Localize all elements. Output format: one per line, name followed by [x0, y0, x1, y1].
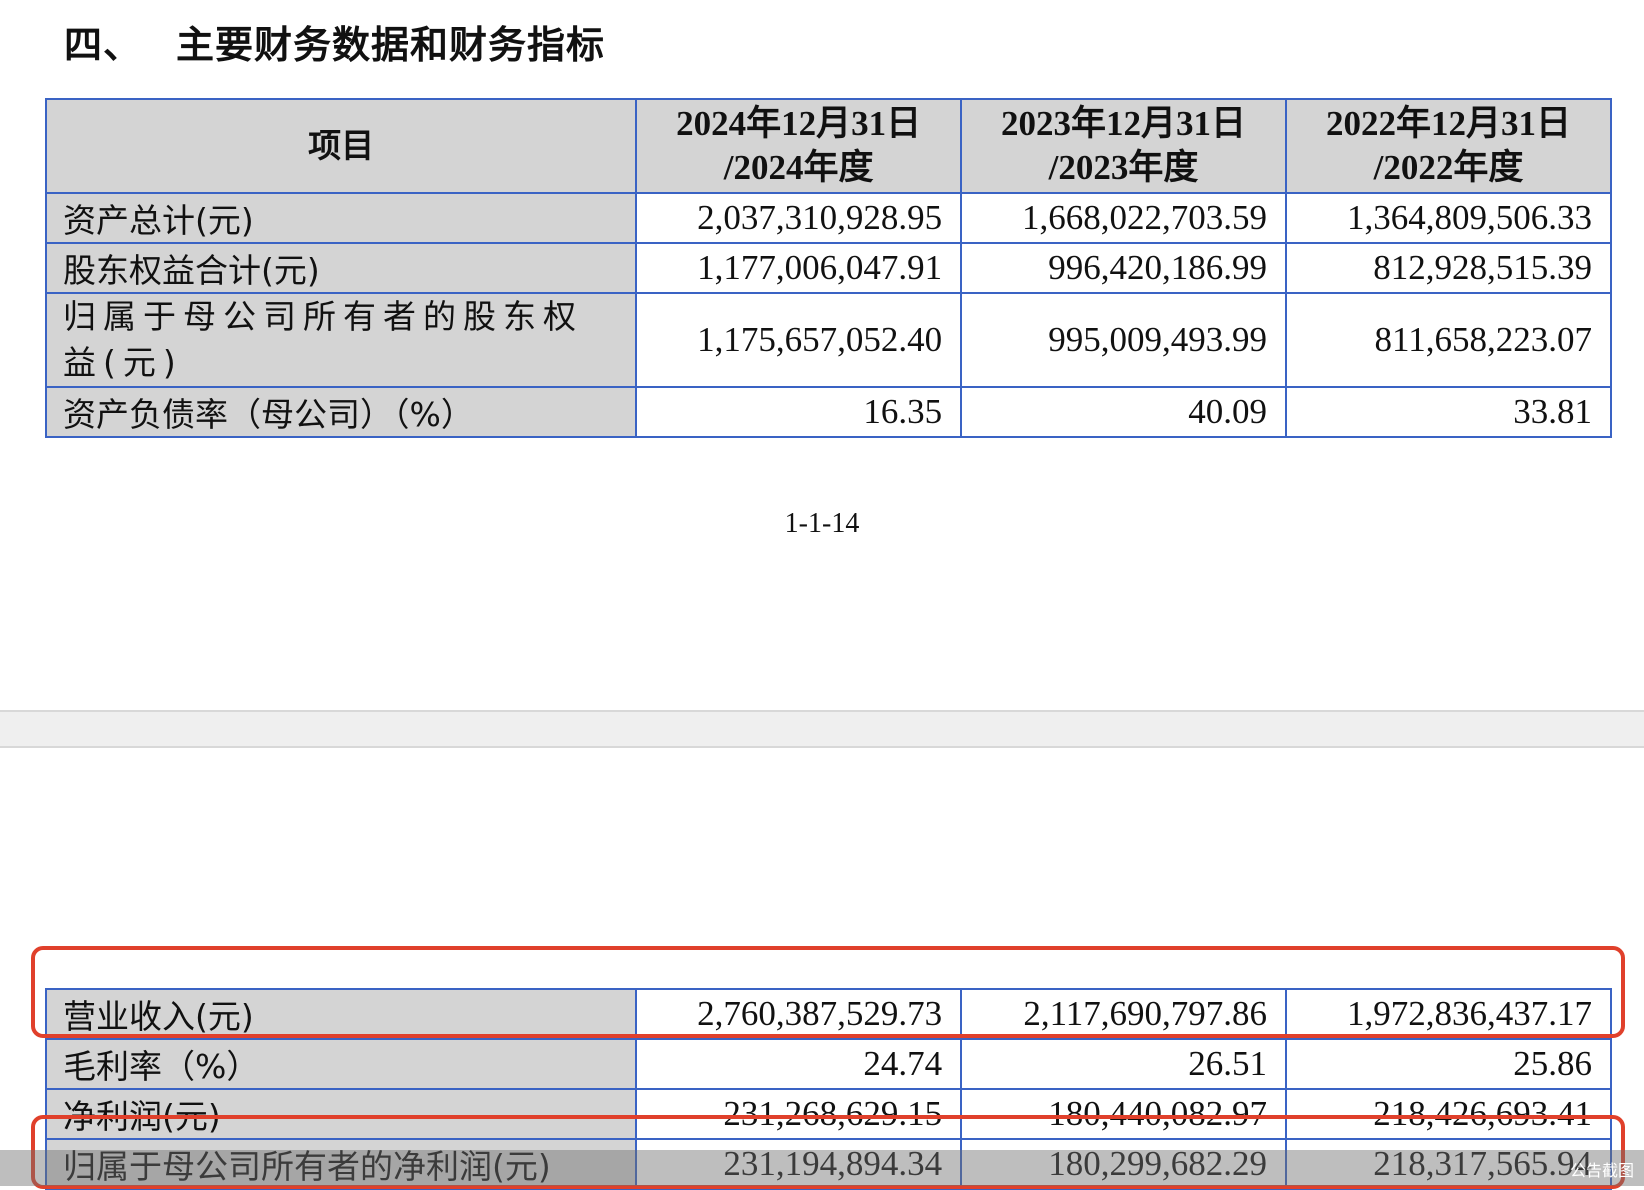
cell-value: 1,177,006,047.91 — [635, 242, 963, 294]
header-col-2022-line1: 2022年12月31日 — [1326, 104, 1572, 143]
table-row: 股东权益合计(元) 1,177,006,047.91 996,420,186.9… — [44, 242, 1612, 294]
row-label: 归属于母公司所有者的股东权益(元) — [44, 292, 638, 388]
row-label: 资产总计(元) — [44, 192, 638, 244]
section-title-text: 主要财务数据和财务指标 — [176, 23, 606, 67]
cell-value: 24.74 — [635, 1038, 963, 1090]
header-col-2023-line2: /2023年度 — [1048, 148, 1199, 187]
cell-value: 812,928,515.39 — [1285, 242, 1612, 294]
table-row: 毛利率（%） 24.74 26.51 25.86 — [44, 1038, 1612, 1090]
table-header-row: 项目 2024年12月31日/2024年度 2023年12月31日/2023年度… — [44, 98, 1612, 194]
cell-value: 2,037,310,928.95 — [635, 192, 963, 244]
row-label: 股东权益合计(元) — [44, 242, 638, 294]
cell-value: 1,175,657,052.40 — [635, 292, 963, 388]
row-label: 毛利率（%） — [44, 1038, 638, 1090]
cell-value: 1,668,022,703.59 — [960, 192, 1288, 244]
cell-value: 811,658,223.07 — [1285, 292, 1612, 388]
cell-value: 26.51 — [960, 1038, 1288, 1090]
section-heading: 四、 主要财务数据和财务指标 — [64, 14, 605, 69]
section-number: 四、 — [64, 23, 143, 67]
cell-value: 33.81 — [1285, 386, 1612, 438]
cell-value: 1,364,809,506.33 — [1285, 192, 1612, 244]
header-col-2024-line2: /2024年度 — [723, 148, 874, 187]
table-row: 资产总计(元) 2,037,310,928.95 1,668,022,703.5… — [44, 192, 1612, 244]
cell-value: 16.35 — [635, 386, 963, 438]
cell-value: 996,420,186.99 — [960, 242, 1288, 294]
header-col-2022: 2022年12月31日/2022年度 — [1285, 98, 1612, 194]
header-col-2022-line2: /2022年度 — [1373, 148, 1524, 187]
header-item: 项目 — [44, 98, 638, 194]
financial-table-top: 项目 2024年12月31日/2024年度 2023年12月31日/2023年度… — [44, 98, 1612, 438]
page-number: 1-1-14 — [784, 508, 860, 539]
table-row: 资产负债率（母公司）（%） 16.35 40.09 33.81 — [44, 386, 1612, 438]
cell-value: 25.86 — [1285, 1038, 1612, 1090]
bottom-shade-bar — [0, 1150, 1644, 1186]
header-col-2023-line1: 2023年12月31日 — [1001, 104, 1247, 143]
cell-value: 995,009,493.99 — [960, 292, 1288, 388]
cell-value: 40.09 — [960, 386, 1288, 438]
page-separator — [0, 710, 1644, 748]
table-row: 归属于母公司所有者的股东权益(元) 1,175,657,052.40 995,0… — [44, 292, 1612, 388]
watermark-text: 公告截图 — [1569, 1161, 1634, 1180]
highlight-box-revenue — [31, 946, 1625, 1038]
header-col-2024: 2024年12月31日/2024年度 — [635, 98, 963, 194]
row-label: 资产负债率（母公司）（%） — [44, 386, 638, 438]
header-col-2024-line1: 2024年12月31日 — [676, 104, 922, 143]
header-col-2023: 2023年12月31日/2023年度 — [960, 98, 1288, 194]
